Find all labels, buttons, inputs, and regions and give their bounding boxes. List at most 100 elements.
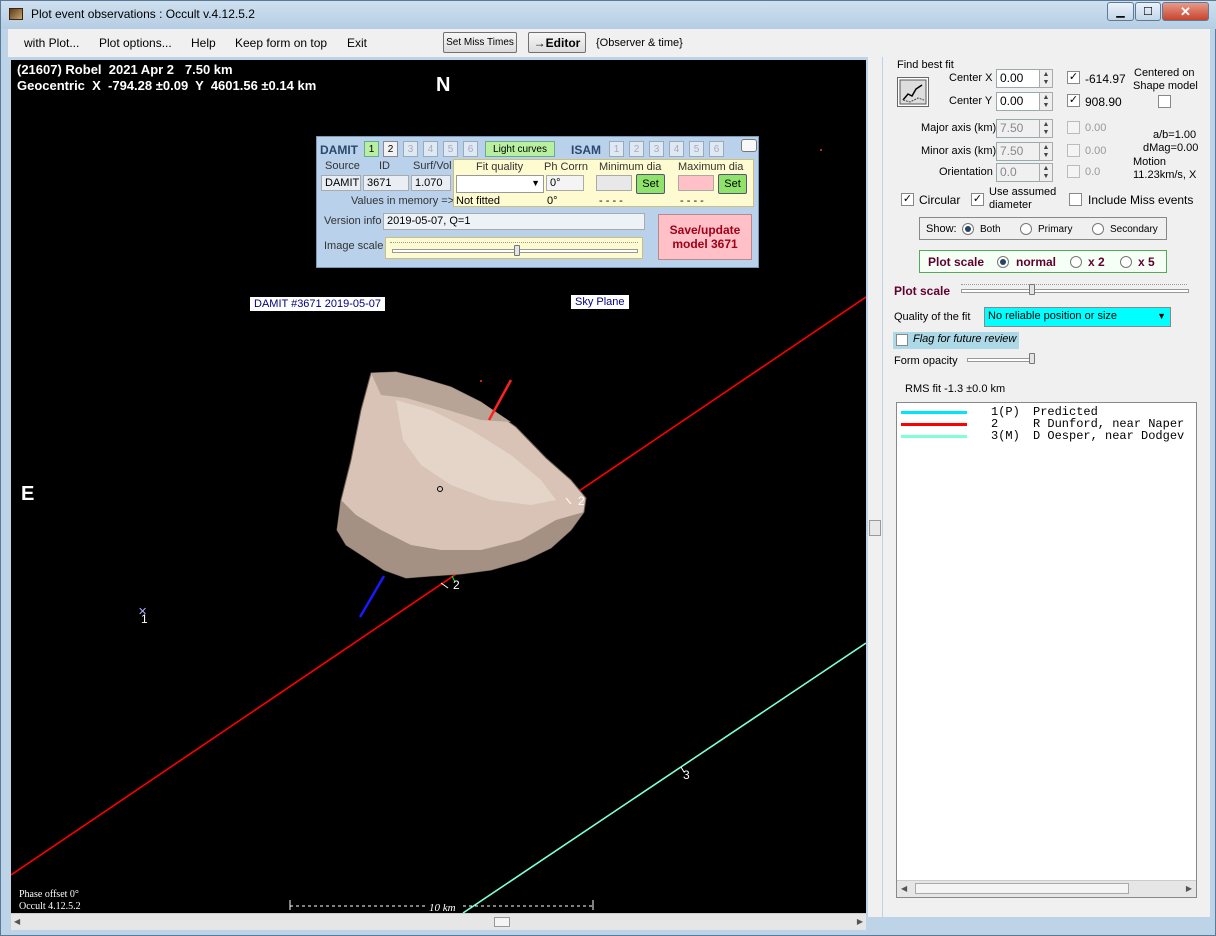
plot-horizontal-scrollbar[interactable]: ◀ ▶ xyxy=(11,913,866,930)
isam-model-5-button[interactable]: 5 xyxy=(689,141,704,157)
observer-legend-list[interactable]: 1(P) Predicted 2 R Dunford, near Naper 3… xyxy=(896,402,1197,898)
window-title: Plot event observations : Occult v.4.12.… xyxy=(31,7,255,21)
show-secondary-radio[interactable] xyxy=(1092,223,1104,235)
plot-canvas[interactable]: ✕ (21607) Robel 2021 Apr 2 7.50 km Geoce… xyxy=(11,60,866,913)
center-y-label: Center Y xyxy=(949,95,993,107)
isam-model-3-button[interactable]: 3 xyxy=(649,141,664,157)
isam-model-4-button[interactable]: 4 xyxy=(669,141,684,157)
major-axis-checkbox[interactable] xyxy=(1067,121,1080,134)
id-col-header: ID xyxy=(379,160,390,172)
orientation-fixed: 0.0 xyxy=(1085,166,1101,178)
minor-axis-spinner[interactable]: ▲ ▼ xyxy=(1039,142,1053,161)
center-y-input[interactable]: 0.00 xyxy=(996,92,1040,111)
diameter-label: diameter xyxy=(989,199,1032,211)
orientation-input[interactable]: 0.0 xyxy=(996,163,1040,182)
scale-x5-radio[interactable] xyxy=(1120,256,1132,268)
center-x-input[interactable]: 0.00 xyxy=(996,69,1040,88)
show-primary-label: Primary xyxy=(1038,224,1073,235)
damit-model-4-button[interactable]: 4 xyxy=(423,141,438,157)
image-scale-slider[interactable] xyxy=(385,237,643,259)
quality-of-fit-select[interactable]: No reliable position or size ▼ xyxy=(984,307,1171,327)
include-miss-checkbox[interactable] xyxy=(1069,193,1082,206)
orientation-checkbox[interactable] xyxy=(1067,165,1080,178)
maximize-button[interactable]: ☐ xyxy=(1135,2,1161,21)
chord-label-1: 1 xyxy=(141,612,148,626)
min-dia-input[interactable] xyxy=(596,175,632,191)
minor-axis-label: Minor axis (km) xyxy=(921,145,997,157)
damit-model-1-button[interactable]: 1 xyxy=(364,141,379,157)
circular-checkbox[interactable]: ✓ xyxy=(901,193,914,206)
scale-x2-radio[interactable] xyxy=(1070,256,1082,268)
event-header: (21607) Robel 2021 Apr 2 7.50 km xyxy=(17,62,233,77)
save-line-2: model 3671 xyxy=(672,237,738,251)
close-button[interactable]: ✕ xyxy=(1162,2,1209,21)
rms-fit-label: RMS fit -1.3 ±0.0 km xyxy=(905,383,1006,395)
isam-model-6-button[interactable]: 6 xyxy=(709,141,724,157)
center-x-checkbox[interactable]: ✓ xyxy=(1067,71,1080,84)
show-primary-radio[interactable] xyxy=(1020,223,1032,235)
orientation-spinner[interactable]: ▲ ▼ xyxy=(1039,163,1053,182)
geocentric-header: Geocentric X -794.28 ±0.09 Y 4601.56 ±0.… xyxy=(17,78,317,93)
isam-label: ISAM xyxy=(571,143,601,157)
scale-normal-radio[interactable] xyxy=(997,256,1009,268)
fit-quality-select[interactable]: ▼ xyxy=(456,175,544,193)
light-curves-button[interactable]: Light curves xyxy=(485,141,555,157)
minimize-button[interactable]: ▁ xyxy=(1107,2,1134,21)
damit-model-2-button[interactable]: 2 xyxy=(383,141,398,157)
minor-axis-checkbox[interactable] xyxy=(1067,144,1080,157)
menu-plot-options[interactable]: Plot options... xyxy=(99,36,172,50)
splitter[interactable] xyxy=(868,57,882,917)
fit-quality-header: Fit quality xyxy=(476,161,524,173)
isam-model-2-button[interactable]: 2 xyxy=(629,141,644,157)
plot-scale-label: Plot scale xyxy=(894,284,951,298)
ab-ratio-label: a/b=1.00 xyxy=(1153,129,1197,141)
damit-model-label: DAMIT #3671 2019-05-07 xyxy=(250,297,385,311)
menu-keep-on-top[interactable]: Keep form on top xyxy=(235,36,327,50)
editor-button[interactable]: →Editor xyxy=(528,32,586,53)
max-dia-header: Maximum dia xyxy=(678,161,744,173)
isam-model-1-button[interactable]: 1 xyxy=(609,141,624,157)
scale-x5-label: x 5 xyxy=(1138,255,1155,269)
flag-review-box: Flag for future review xyxy=(893,332,1019,349)
use-assumed-label: Use assumed xyxy=(989,186,1057,198)
centered-on-shape-checkbox[interactable] xyxy=(1158,95,1171,108)
damit-model-3-button[interactable]: 3 xyxy=(403,141,418,157)
save-line-1: Save/update xyxy=(669,223,741,237)
find-best-fit-button[interactable] xyxy=(897,77,929,107)
plot-scale-group: Plot scale normal x 2 x 5 xyxy=(919,250,1167,273)
use-assumed-diameter-checkbox[interactable]: ✓ xyxy=(971,193,984,206)
plot-scale-slider[interactable] xyxy=(959,281,1191,299)
major-axis-spinner[interactable]: ▲ ▼ xyxy=(1039,119,1053,138)
damit-model-5-button[interactable]: 5 xyxy=(443,141,458,157)
menu-help[interactable]: Help xyxy=(191,36,216,50)
north-label: N xyxy=(436,74,451,96)
set-max-dia-button[interactable]: Set xyxy=(718,174,747,194)
center-y-spinner[interactable]: ▲ ▼ xyxy=(1039,92,1053,111)
scale-x2-label: x 2 xyxy=(1088,255,1105,269)
form-opacity-slider[interactable] xyxy=(967,352,1037,368)
dot-marker xyxy=(480,380,482,382)
ph-corrn-input[interactable]: 0° xyxy=(546,175,584,191)
plot-scale-group-label: Plot scale xyxy=(928,255,985,269)
flag-review-checkbox[interactable] xyxy=(896,334,908,346)
show-both-radio[interactable] xyxy=(962,223,974,235)
center-y-checkbox[interactable]: ✓ xyxy=(1067,94,1080,107)
legend-horizontal-scrollbar[interactable]: ◀ ▶ xyxy=(897,880,1196,897)
set-miss-times-button[interactable]: Set Miss Times xyxy=(443,32,517,53)
dot-marker-top xyxy=(820,149,822,151)
motion-value: 11.23km/s, X xyxy=(1133,169,1197,181)
east-label: E xyxy=(21,483,35,505)
damit-model-6-button[interactable]: 6 xyxy=(463,141,478,157)
max-dia-input[interactable] xyxy=(678,175,714,191)
phase-offset-label: Phase offset 0° xyxy=(19,889,79,900)
chord-label-3: 3 xyxy=(683,768,690,782)
center-x-spinner[interactable]: ▲ ▼ xyxy=(1039,69,1053,88)
panel-collapse-button[interactable] xyxy=(741,139,757,152)
major-axis-input[interactable]: 7.50 xyxy=(996,119,1040,138)
fit-controls-panel: Find best fit Center X 0.00 ▲ ▼ ✓ -614.97… xyxy=(883,57,1210,917)
minor-axis-input[interactable]: 7.50 xyxy=(996,142,1040,161)
menu-exit[interactable]: Exit xyxy=(347,36,367,50)
set-min-dia-button[interactable]: Set xyxy=(636,174,665,194)
menu-with-plot[interactable]: with Plot... xyxy=(24,36,79,50)
save-update-model-button[interactable]: Save/update model 3671 xyxy=(658,214,752,260)
